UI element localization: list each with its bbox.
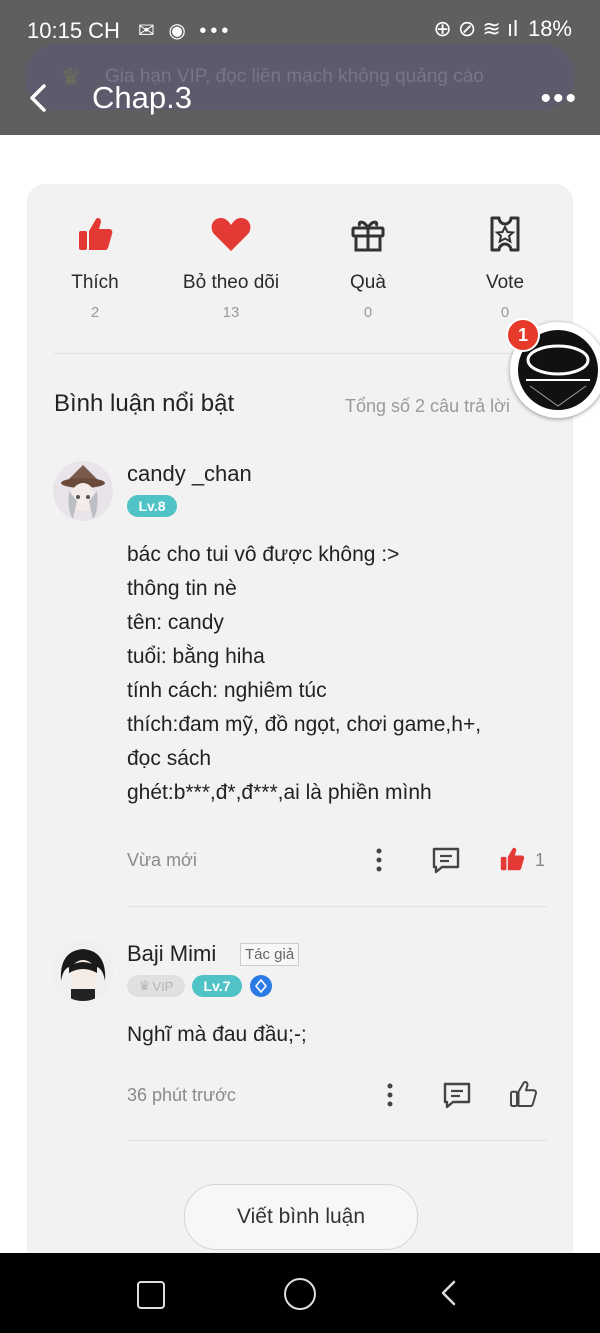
reply-bubble-icon xyxy=(443,1082,471,1109)
comment-time: 36 phút trước xyxy=(127,1085,236,1105)
notification-badge: 1 xyxy=(506,318,540,352)
comment-line: đọc sách xyxy=(127,747,212,770)
recent-apps-button[interactable] xyxy=(137,1281,165,1309)
vip-label: VIP xyxy=(152,978,174,994)
avatar[interactable] xyxy=(53,941,113,1001)
page-title: Chap.3 xyxy=(92,80,192,115)
heart-icon xyxy=(171,210,291,258)
comment-time: Vừa mới xyxy=(127,850,197,870)
avatar-illustration-icon xyxy=(53,941,113,1001)
comments-section-title: Bình luận nổi bật xyxy=(54,390,235,417)
like-label: Thích xyxy=(71,272,119,293)
comment-line: tính cách: nghiêm túc xyxy=(127,679,327,702)
like-button[interactable]: Thích 2 xyxy=(35,210,155,321)
vote-button[interactable]: Vote 0 xyxy=(445,210,565,321)
status-right: ⊕ ⊘ ≋ ıl 18% xyxy=(433,16,572,42)
back-arrow-icon xyxy=(30,84,46,112)
vertical-dots-icon xyxy=(376,848,382,872)
system-back-button[interactable] xyxy=(438,1279,462,1312)
battery-level: 18% xyxy=(527,16,572,41)
thumbs-up-icon xyxy=(35,210,155,258)
author-tag: Tác giả xyxy=(240,943,300,966)
back-chevron-icon xyxy=(441,1280,456,1306)
crown-icon: ♛ xyxy=(138,978,151,993)
unfollow-button[interactable]: Bỏ theo dõi 13 xyxy=(171,210,291,321)
comment-line: thích:đam mỹ, đồ ngọt, chơi game,h+, xyxy=(127,713,482,736)
write-comment-button[interactable]: Viết bình luận xyxy=(184,1184,418,1250)
vertical-dots-icon xyxy=(387,1083,393,1107)
comment-line: tên: candy xyxy=(127,611,224,634)
vip-badge: ♛ VIP xyxy=(127,975,185,997)
diamond-badge-icon xyxy=(250,975,272,997)
comment-username[interactable]: Baji Mimi xyxy=(127,941,216,967)
comment-like-button[interactable] xyxy=(498,845,526,878)
thumbs-up-outline-icon xyxy=(510,1081,538,1107)
comment-line: Nghĩ mà đau đầu;-; xyxy=(127,1023,307,1046)
comment-body: bác cho tui vô được không :> thông tin n… xyxy=(127,538,481,810)
home-button[interactable] xyxy=(284,1278,316,1310)
avatar-illustration-icon xyxy=(61,465,105,519)
system-navigation-bar xyxy=(0,1253,600,1333)
floating-event-button[interactable]: 1 xyxy=(506,318,600,424)
unfollow-label: Bỏ theo dõi xyxy=(182,272,280,293)
thumbs-up-icon xyxy=(500,847,525,871)
reply-button[interactable] xyxy=(442,1080,472,1115)
gift-label: Quà xyxy=(350,272,386,293)
comment-body: Nghĩ mà đau đầu;-; xyxy=(127,1018,307,1052)
divider xyxy=(127,906,547,907)
follow-count: 13 xyxy=(222,304,240,321)
wifi-icon: ⊕ ⊘ ≋ ıl xyxy=(433,16,518,41)
crown-icon: ♛ xyxy=(61,64,81,89)
total-replies[interactable]: Tổng số 2 câu trả lời xyxy=(345,396,510,417)
back-button[interactable] xyxy=(26,80,56,116)
divider xyxy=(54,353,547,354)
reply-bubble-icon xyxy=(432,847,460,874)
status-time: 10:15 CH xyxy=(27,18,120,43)
comment-username[interactable]: candy _chan xyxy=(127,461,252,487)
comment-more-button[interactable] xyxy=(370,846,388,879)
gift-count: 0 xyxy=(363,304,373,321)
gift-icon xyxy=(308,210,428,258)
vote-ticket-icon xyxy=(445,210,565,258)
comment-line: thông tin nè xyxy=(127,577,237,600)
like-count: 2 xyxy=(90,304,100,321)
comment-line: ghét:b***,đ*,đ***,ai là phiền mình xyxy=(127,781,432,804)
notification-icons: ✉ ◉ ••• xyxy=(138,20,233,42)
gift-button[interactable]: Quà 0 xyxy=(308,210,428,321)
more-options-button[interactable]: ••• xyxy=(540,82,578,116)
comment-more-button[interactable] xyxy=(381,1081,399,1114)
avatar[interactable] xyxy=(53,461,113,521)
comment-line: bác cho tui vô được không :> xyxy=(127,543,400,566)
divider xyxy=(127,1140,547,1141)
level-badge: Lv.7 xyxy=(192,975,242,997)
comment-like-button[interactable] xyxy=(508,1079,538,1114)
comment-line: tuổi: bằng hiha xyxy=(127,645,265,668)
comment-like-count: 1 xyxy=(535,850,546,870)
reply-button[interactable] xyxy=(431,845,461,880)
level-badge: Lv.8 xyxy=(127,495,177,517)
vote-label: Vote xyxy=(485,272,525,293)
top-bar: 10:15 CH ✉ ◉ ••• ⊕ ⊘ ≋ ıl 18% ♛ Gia hạn … xyxy=(0,0,600,135)
